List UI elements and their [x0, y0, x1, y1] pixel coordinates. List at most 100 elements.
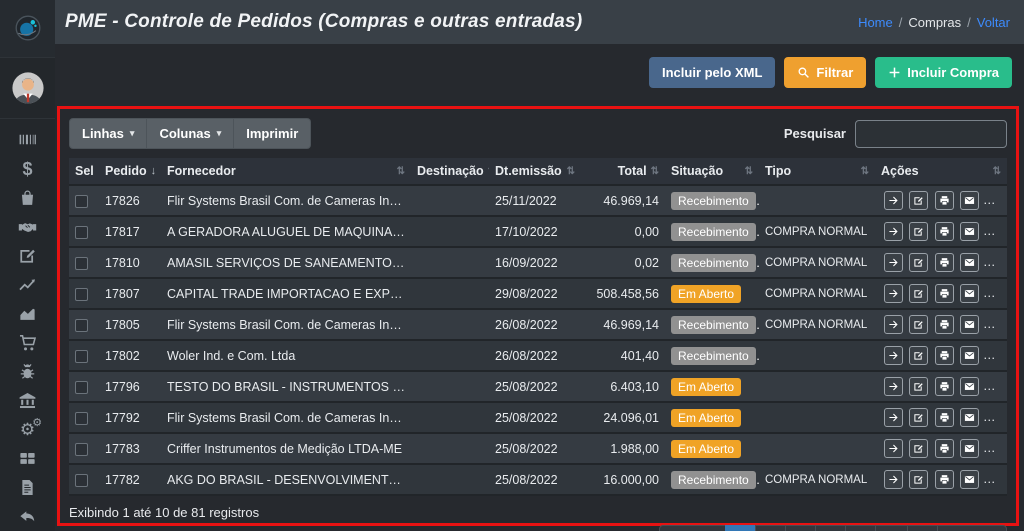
row-checkbox[interactable] [75, 195, 88, 208]
open-order-button[interactable] [884, 470, 903, 489]
header-pedido[interactable]: Pedido ↓ [99, 158, 161, 185]
print-order-button[interactable] [935, 222, 954, 241]
sidebar-item-settings[interactable]: ⚙⚙ [0, 415, 55, 444]
pagination-page-1[interactable]: 1 [725, 525, 756, 531]
email-order-button[interactable] [960, 284, 979, 303]
whatsapp-button[interactable] [986, 377, 1005, 396]
pagination-next[interactable]: Próximo [937, 525, 1007, 531]
print-order-button[interactable] [935, 346, 954, 365]
header-acoes[interactable]: Ações ⇅ [875, 158, 1007, 185]
sidebar-item-orders[interactable] [0, 241, 55, 270]
print-order-button[interactable] [935, 253, 954, 272]
pagination-prev[interactable]: Anterior [659, 525, 727, 531]
header-tipo[interactable]: Tipo ⇅ [759, 158, 875, 185]
whatsapp-button[interactable] [986, 253, 1005, 272]
pagination-page-2[interactable]: 2 [755, 525, 786, 531]
row-checkbox[interactable] [75, 412, 88, 425]
sidebar-item-documents[interactable] [0, 473, 55, 502]
open-order-button[interactable] [884, 408, 903, 427]
row-checkbox[interactable] [75, 474, 88, 487]
open-order-button[interactable] [884, 191, 903, 210]
email-order-button[interactable] [960, 346, 979, 365]
open-order-button[interactable] [884, 315, 903, 334]
edit-order-button[interactable] [909, 377, 928, 396]
open-order-button[interactable] [884, 253, 903, 272]
columns-dropdown-button[interactable]: Colunas ▾ [147, 118, 234, 149]
email-order-button[interactable] [960, 222, 979, 241]
breadcrumb-home[interactable]: Home [858, 15, 893, 30]
whatsapp-button[interactable] [986, 284, 1005, 303]
row-checkbox[interactable] [75, 319, 88, 332]
edit-order-button[interactable] [909, 408, 928, 427]
user-avatar[interactable] [0, 58, 55, 119]
row-checkbox[interactable] [75, 443, 88, 456]
email-order-button[interactable] [960, 439, 979, 458]
edit-order-button[interactable] [909, 284, 928, 303]
header-destinacao[interactable]: Destinação ⇅ [411, 158, 489, 185]
print-order-button[interactable] [935, 191, 954, 210]
sidebar-item-reports[interactable] [0, 270, 55, 299]
sidebar-item-analytics[interactable] [0, 299, 55, 328]
print-order-button[interactable] [935, 439, 954, 458]
edit-order-button[interactable] [909, 222, 928, 241]
sidebar-item-barcode[interactable] [0, 125, 55, 154]
edit-order-button[interactable] [909, 470, 928, 489]
header-total[interactable]: Total ⇅ [581, 158, 665, 185]
edit-order-button[interactable] [909, 346, 928, 365]
email-order-button[interactable] [960, 191, 979, 210]
search-input[interactable] [855, 120, 1007, 148]
whatsapp-button[interactable] [986, 408, 1005, 427]
whatsapp-button[interactable] [986, 222, 1005, 241]
sidebar-item-finance[interactable]: $ [0, 154, 55, 183]
edit-order-button[interactable] [909, 253, 928, 272]
sidebar-item-tables[interactable] [0, 444, 55, 473]
pagination-page-...[interactable]: ... [875, 525, 908, 531]
app-logo[interactable] [0, 0, 55, 58]
open-order-button[interactable] [884, 284, 903, 303]
whatsapp-button[interactable] [986, 191, 1005, 210]
row-checkbox[interactable] [75, 350, 88, 363]
print-order-button[interactable] [935, 315, 954, 334]
header-dt-emissao[interactable]: Dt.emissão ⇅ [489, 158, 581, 185]
row-checkbox[interactable] [75, 381, 88, 394]
whatsapp-button[interactable] [986, 346, 1005, 365]
print-order-button[interactable] [935, 284, 954, 303]
sidebar-item-partners[interactable] [0, 212, 55, 241]
row-checkbox[interactable] [75, 226, 88, 239]
print-table-button[interactable]: Imprimir [234, 118, 311, 149]
email-order-button[interactable] [960, 470, 979, 489]
email-order-button[interactable] [960, 253, 979, 272]
pagination-page-5[interactable]: 5 [845, 525, 876, 531]
sidebar-item-cart[interactable] [0, 328, 55, 357]
pagination-page-3[interactable]: 3 [785, 525, 816, 531]
include-xml-button[interactable]: Incluir pelo XML [649, 57, 775, 88]
whatsapp-button[interactable] [986, 439, 1005, 458]
edit-order-button[interactable] [909, 439, 928, 458]
breadcrumb-back[interactable]: Voltar [977, 15, 1010, 30]
edit-order-button[interactable] [909, 315, 928, 334]
print-order-button[interactable] [935, 377, 954, 396]
row-checkbox[interactable] [75, 257, 88, 270]
pagination-page-4[interactable]: 4 [815, 525, 846, 531]
sidebar-item-fiscal[interactable] [0, 386, 55, 415]
open-order-button[interactable] [884, 439, 903, 458]
include-purchase-button[interactable]: Incluir Compra [875, 57, 1012, 88]
header-situacao[interactable]: Situação ⇅ [665, 158, 759, 185]
rows-dropdown-button[interactable]: Linhas ▾ [69, 118, 147, 149]
filter-button[interactable]: Filtrar [784, 57, 866, 88]
email-order-button[interactable] [960, 408, 979, 427]
sidebar-item-back[interactable] [0, 502, 55, 531]
print-order-button[interactable] [935, 470, 954, 489]
open-order-button[interactable] [884, 346, 903, 365]
header-fornecedor[interactable]: Fornecedor ⇅ [161, 158, 411, 185]
print-order-button[interactable] [935, 408, 954, 427]
open-order-button[interactable] [884, 222, 903, 241]
whatsapp-button[interactable] [986, 315, 1005, 334]
sidebar-item-purchases[interactable] [0, 183, 55, 212]
email-order-button[interactable] [960, 377, 979, 396]
edit-order-button[interactable] [909, 191, 928, 210]
open-order-button[interactable] [884, 377, 903, 396]
row-checkbox[interactable] [75, 288, 88, 301]
email-order-button[interactable] [960, 315, 979, 334]
pagination-page-9[interactable]: 9 [907, 525, 938, 531]
